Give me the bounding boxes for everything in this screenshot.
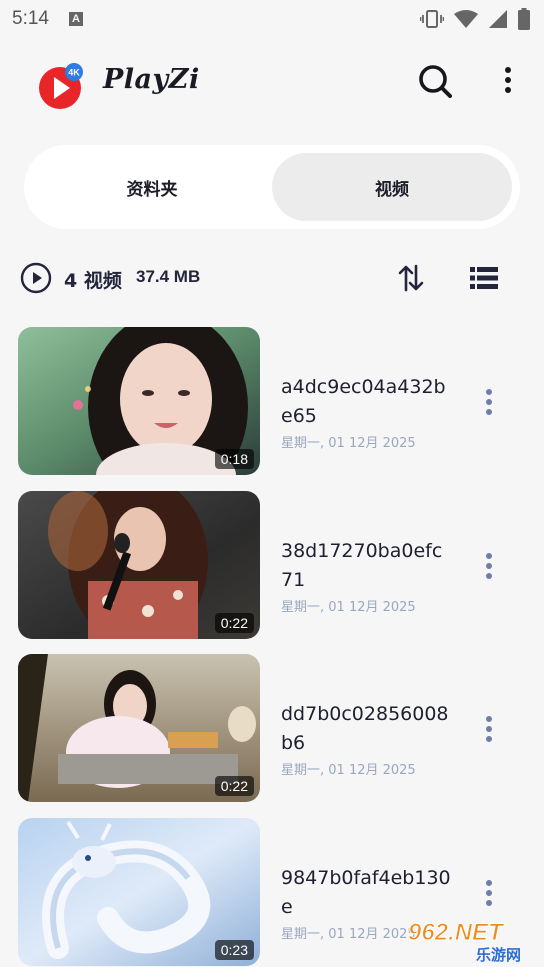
video-thumbnail[interactable]: 0:23 [18,817,260,966]
vibrate-icon [420,10,444,28]
video-title[interactable]: 9847b0faf4eb130e [281,864,451,922]
tab-videos[interactable]: 视频 [272,153,512,221]
more-vertical-icon[interactable] [496,64,520,98]
item-more-icon[interactable] [478,387,500,417]
play-circle-icon[interactable] [20,262,52,294]
status-bar: 5:14 A [0,0,544,38]
signal-icon [489,10,507,28]
video-thumbnail[interactable]: 0:18 [18,327,260,475]
site-watermark: 962.NET 乐游网 [408,919,522,965]
video-date: 星期一, 01 12月 2025 [281,599,416,615]
video-duration: 0:23 [214,939,254,960]
view-tabs: 资料夹 视频 [24,145,520,229]
status-icons [420,8,530,30]
sort-arrows-icon[interactable] [398,264,424,292]
video-title[interactable]: dd7b0c02856008b6 [281,700,451,758]
item-more-icon[interactable] [478,878,500,908]
video-date: 星期一, 01 12月 2025 [281,926,416,942]
video-thumbnail[interactable]: 0:22 [18,490,260,639]
video-count: 4 视频 [64,270,122,292]
status-time: 5:14 [12,8,49,29]
logo-badge-text: 4K [68,68,80,78]
video-duration: 0:18 [214,449,254,469]
search-icon[interactable] [416,62,454,100]
video-thumbnail[interactable]: 0:22 [18,654,260,802]
video-item[interactable]: 0:22 38d17270ba0efc71 星期一, 01 12月 2025 [0,490,544,655]
app-header: 4K PlayZi [0,50,544,120]
app-logo-icon: 4K [39,63,83,109]
total-size: 37.4 MB [136,267,201,286]
watermark-subtext: 乐游网 [476,946,521,964]
list-view-icon[interactable] [470,266,498,290]
battery-icon [518,8,530,30]
notification-icon: A [68,12,83,26]
video-item[interactable]: 0:22 dd7b0c02856008b6 星期一, 01 12月 2025 [0,654,544,818]
item-more-icon[interactable] [478,714,500,744]
wifi-icon [454,10,478,28]
video-title[interactable]: a4dc9ec04a432be65 [281,373,451,431]
app-title: PlayZi [103,64,200,95]
tab-folders[interactable]: 资料夹 [32,153,272,221]
video-item[interactable]: 0:18 a4dc9ec04a432be65 星期一, 01 12月 2025 [0,327,544,491]
video-duration: 0:22 [214,776,254,796]
video-duration: 0:22 [214,612,254,633]
watermark-text: 962.NET [408,919,505,946]
video-date: 星期一, 01 12月 2025 [281,763,416,778]
video-title[interactable]: 38d17270ba0efc71 [281,537,451,595]
summary-row: 4 视频 37.4 MB [20,258,524,298]
item-more-icon[interactable] [478,551,500,581]
video-list: 0:18 a4dc9ec04a432be65 星期一, 01 12月 2025 [0,327,544,967]
video-date: 星期一, 01 12月 2025 [281,436,416,451]
